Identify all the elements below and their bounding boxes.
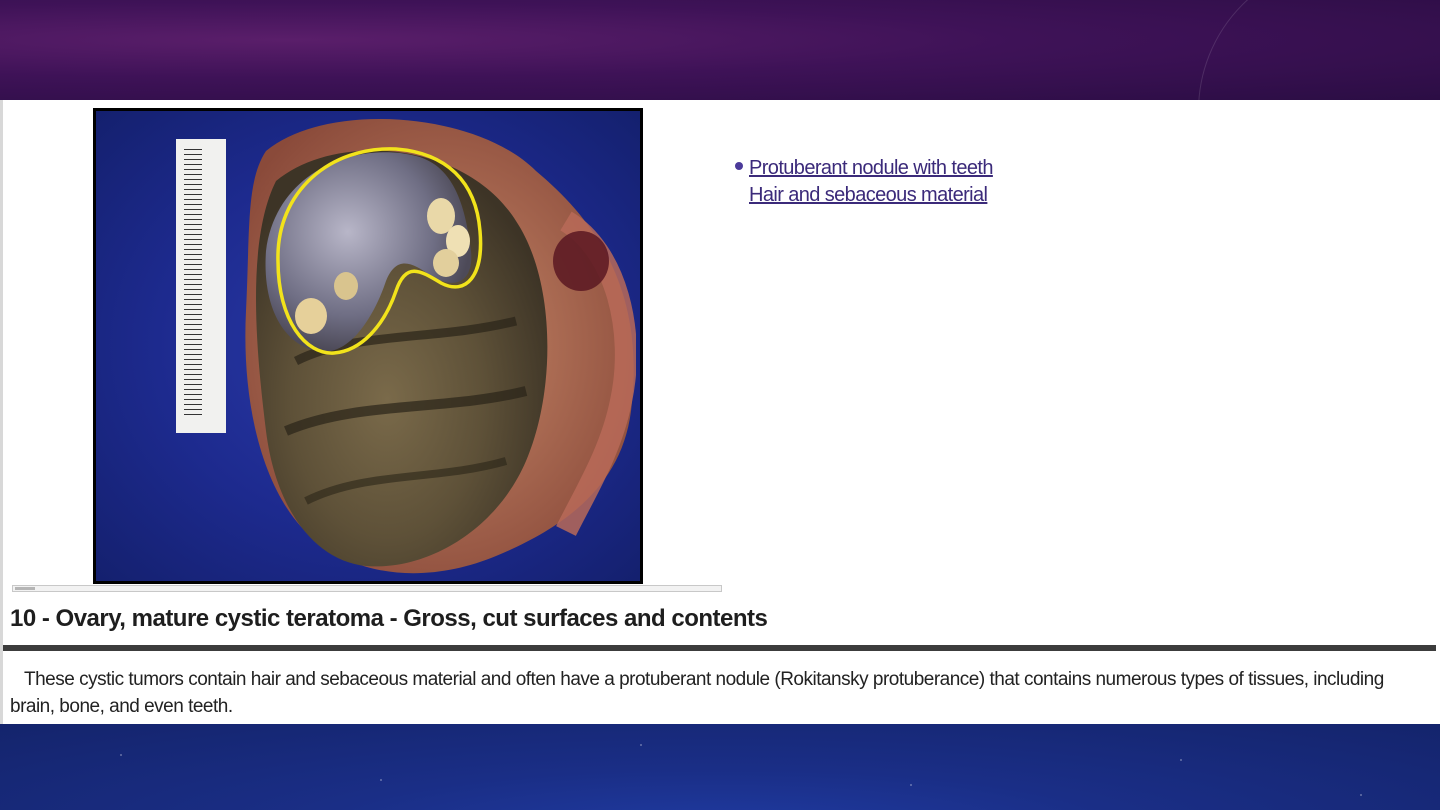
- bullet-dot-icon: [735, 162, 743, 170]
- measurement-ruler: [176, 139, 226, 433]
- teratoma-specimen-image: [245, 118, 636, 574]
- specimen-photo: [96, 111, 640, 581]
- image-scrollbar[interactable]: [12, 585, 722, 592]
- scrollbar-thumb[interactable]: [15, 587, 35, 590]
- specimen-photo-frame: [93, 108, 643, 584]
- slide-content-area: Protuberant nodule with teeth Hair and s…: [0, 100, 1440, 724]
- link-hair-sebaceous[interactable]: Hair and sebaceous material: [749, 182, 993, 209]
- figure-title: 10 - Ovary, mature cystic teratoma - Gro…: [10, 605, 768, 632]
- feature-bullet-list: Protuberant nodule with teeth Hair and s…: [735, 155, 993, 209]
- slide-top-band: [0, 0, 1440, 262]
- ruler-ticks: [184, 149, 202, 419]
- figure-description: These cystic tumors contain hair and seb…: [10, 669, 1384, 717]
- slide-bottom-band: [0, 724, 1440, 810]
- link-protuberant-nodule[interactable]: Protuberant nodule with teeth: [749, 155, 993, 182]
- content-left-edge: [0, 100, 3, 724]
- caption-divider: [3, 645, 1436, 651]
